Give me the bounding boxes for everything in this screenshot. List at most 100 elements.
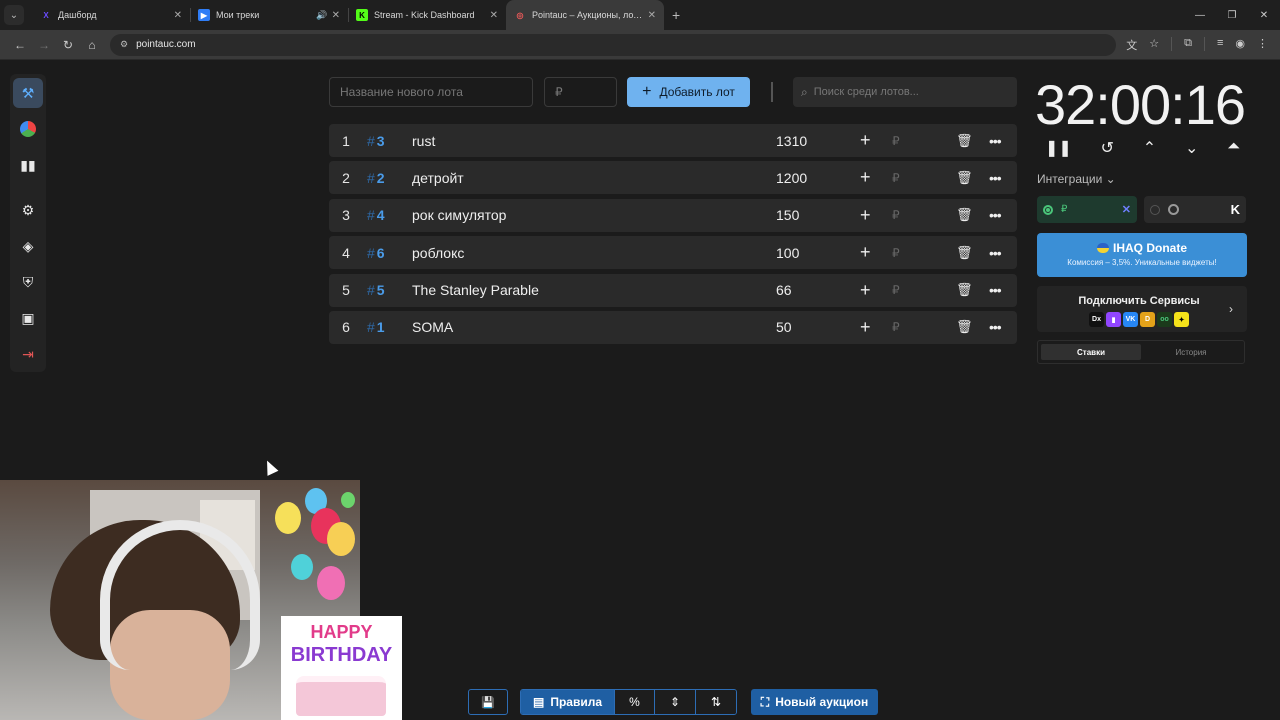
home-icon[interactable]: ⌂ bbox=[80, 38, 104, 52]
new-tab-icon[interactable]: + bbox=[672, 7, 680, 23]
lot-name[interactable]: The Stanley Parable bbox=[412, 282, 539, 298]
balloon bbox=[317, 566, 345, 600]
add-amount-icon[interactable]: + bbox=[860, 130, 871, 151]
lot-name[interactable]: rust bbox=[412, 133, 435, 149]
double-chevron-up-icon[interactable]: ⏶ bbox=[1227, 138, 1240, 158]
lot-add-input-currency[interactable]: ₽ bbox=[892, 171, 900, 185]
profile-avatar-icon[interactable]: ◉ bbox=[1235, 37, 1245, 53]
more-icon[interactable]: ••• bbox=[989, 282, 1002, 298]
browser-tab-pointauc[interactable]: ◎ Pointauc – Аукционы, лотереи ✕ bbox=[506, 0, 664, 30]
new-auction-button[interactable]: ⛶ Новый аукцион bbox=[751, 689, 878, 715]
lot-amount[interactable]: 100 bbox=[776, 245, 799, 261]
lot-amount[interactable]: 50 bbox=[776, 319, 792, 335]
lot-add-input-currency[interactable]: ₽ bbox=[892, 208, 900, 222]
sidebar-item-layers[interactable]: ◈ bbox=[13, 231, 43, 261]
bookmark-star-icon[interactable]: ☆ bbox=[1149, 37, 1159, 53]
sort-button[interactable]: ⇅ bbox=[695, 690, 736, 714]
sidebar-item-video[interactable]: ▣ bbox=[13, 303, 43, 333]
browser-menu-icon[interactable]: ⋮ bbox=[1257, 37, 1268, 53]
maximize-icon[interactable]: ❐ bbox=[1216, 0, 1248, 30]
sidebar-item-wheel[interactable] bbox=[13, 114, 43, 144]
percent-button[interactable]: % bbox=[614, 690, 654, 714]
lot-name[interactable]: детройт bbox=[412, 170, 464, 186]
lot-name[interactable]: рок симулятор bbox=[412, 207, 506, 223]
site-info-icon[interactable]: ⚙ bbox=[120, 39, 128, 50]
pause-icon[interactable]: ❚❚ bbox=[1045, 138, 1072, 158]
add-lot-button[interactable]: + Добавить лот bbox=[627, 77, 750, 107]
trash-icon[interactable]: 🗑 bbox=[956, 282, 973, 298]
lot-amount[interactable]: 1310 bbox=[776, 133, 807, 149]
integration-donation-alerts[interactable]: ₽ ✕ bbox=[1037, 196, 1137, 223]
tab-history[interactable]: История bbox=[1141, 344, 1241, 360]
lot-amount[interactable]: 66 bbox=[776, 282, 792, 298]
back-icon[interactable]: ← bbox=[8, 38, 32, 52]
ihaq-donate-banner[interactable]: IHAQ Donate Комиссия – 3,5%. Уникальные … bbox=[1037, 233, 1247, 277]
browser-tab-dashboard[interactable]: X Дашборд ✕ bbox=[32, 0, 190, 30]
lot-row: 4 #6 роблокс 100 + ₽ 🗑 ••• bbox=[329, 236, 1017, 270]
lot-search[interactable]: ⌕ bbox=[793, 77, 1017, 107]
address-bar[interactable]: ⚙ pointauc.com bbox=[110, 33, 1117, 56]
lot-name[interactable]: роблокс bbox=[412, 245, 464, 261]
sidebar-item-auction[interactable]: ⚒ bbox=[13, 78, 43, 108]
compress-button[interactable]: ⇕ bbox=[654, 690, 695, 714]
kick-icon: K bbox=[1230, 202, 1240, 217]
sidebar-item-logout[interactable]: ⇥ bbox=[13, 339, 43, 369]
close-tab-icon[interactable]: ✕ bbox=[490, 10, 498, 21]
close-window-icon[interactable]: ✕ bbox=[1248, 0, 1280, 30]
translate-icon[interactable]: 文 bbox=[1126, 37, 1137, 53]
trash-icon[interactable]: 🗑 bbox=[956, 170, 973, 186]
forward-icon[interactable]: → bbox=[32, 38, 56, 52]
add-amount-icon[interactable]: + bbox=[860, 280, 871, 301]
connect-services-button[interactable]: Подключить Сервисы Dx ▮ VK D oo ✦ › bbox=[1037, 286, 1247, 332]
lot-add-input-currency[interactable]: ₽ bbox=[892, 320, 900, 334]
sidebar-item-shield[interactable]: ⛨ bbox=[13, 267, 43, 297]
add-amount-icon[interactable]: + bbox=[860, 167, 871, 188]
close-tab-icon[interactable]: ✕ bbox=[174, 10, 182, 21]
trash-icon[interactable]: 🗑 bbox=[956, 207, 973, 223]
sidebar-item-settings[interactable]: ⚙ bbox=[13, 195, 43, 225]
save-button[interactable]: 💾 bbox=[468, 689, 508, 715]
media-controls-icon[interactable]: ≡ bbox=[1217, 37, 1223, 53]
chevron-down-icon[interactable]: ⌄ bbox=[1185, 138, 1198, 158]
reload-icon[interactable]: ↻ bbox=[56, 38, 80, 52]
trash-icon[interactable]: 🗑 bbox=[956, 319, 973, 335]
browser-tab-my-tracks[interactable]: ▶ Мои треки 🔊 ✕ bbox=[190, 0, 348, 30]
speaker-icon[interactable]: 🔊 bbox=[316, 10, 327, 21]
lot-search-input[interactable] bbox=[813, 86, 1004, 98]
tab-bets[interactable]: Ставки bbox=[1041, 344, 1141, 360]
goodgame-icon: oo bbox=[1157, 312, 1172, 327]
browser-tab-kick-dashboard[interactable]: K Stream - Kick Dashboard ✕ bbox=[348, 0, 506, 30]
integration-kick[interactable]: K bbox=[1144, 196, 1246, 223]
close-tab-icon[interactable]: ✕ bbox=[648, 10, 656, 21]
trash-icon[interactable]: 🗑 bbox=[956, 133, 973, 149]
balloon bbox=[327, 522, 355, 556]
lot-amount[interactable]: 150 bbox=[776, 207, 799, 223]
new-lot-name-input[interactable] bbox=[329, 77, 533, 107]
more-icon[interactable]: ••• bbox=[989, 133, 1002, 149]
integrations-toggle[interactable]: Интеграции ⌄ bbox=[1037, 172, 1116, 186]
chevron-up-icon[interactable]: ⌃ bbox=[1143, 138, 1156, 158]
lot-add-input-currency[interactable]: ₽ bbox=[892, 246, 900, 260]
tab-search-icon[interactable]: ⌄ bbox=[4, 5, 24, 25]
lot-add-input-currency[interactable]: ₽ bbox=[892, 283, 900, 297]
add-amount-icon[interactable]: + bbox=[860, 205, 871, 226]
more-icon[interactable]: ••• bbox=[989, 245, 1002, 261]
layers-icon: ◈ bbox=[22, 237, 34, 254]
more-icon[interactable]: ••• bbox=[989, 319, 1002, 335]
new-lot-price-input[interactable] bbox=[544, 77, 617, 107]
lot-add-input-currency[interactable]: ₽ bbox=[892, 134, 900, 148]
trash-icon[interactable]: 🗑 bbox=[956, 245, 973, 261]
more-icon[interactable]: ••• bbox=[989, 170, 1002, 186]
more-icon[interactable]: ••• bbox=[989, 207, 1002, 223]
minimize-icon[interactable]: — bbox=[1184, 0, 1216, 30]
extensions-icon[interactable]: ⧉ bbox=[1184, 37, 1192, 53]
balloon bbox=[341, 492, 355, 508]
reset-icon[interactable]: ↺ bbox=[1101, 138, 1114, 158]
lot-amount[interactable]: 1200 bbox=[776, 170, 807, 186]
close-tab-icon[interactable]: ✕ bbox=[332, 10, 340, 21]
lot-name[interactable]: SOMA bbox=[412, 319, 453, 335]
sidebar-item-stats[interactable]: ▮▮ bbox=[13, 150, 43, 180]
rules-button[interactable]: ▤ Правила bbox=[521, 690, 614, 714]
add-amount-icon[interactable]: + bbox=[860, 242, 871, 263]
add-amount-icon[interactable]: + bbox=[860, 317, 871, 338]
